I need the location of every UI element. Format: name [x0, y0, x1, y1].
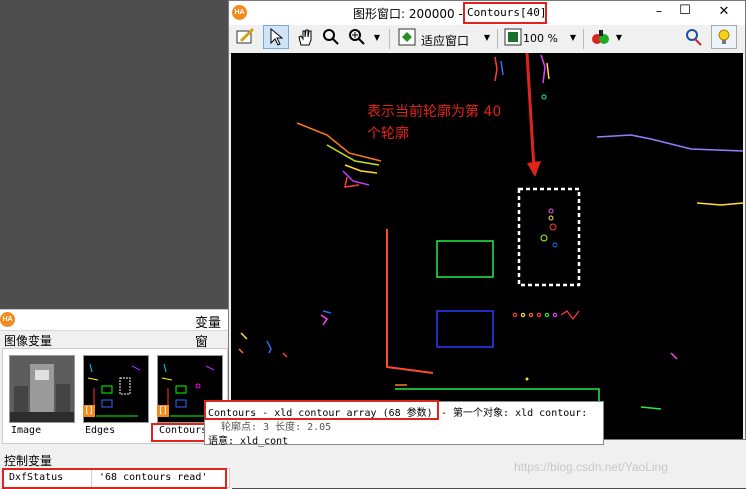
variable-window-title: 变量窗: [195, 316, 222, 350]
pointer-tool-icon[interactable]: [263, 25, 289, 49]
thumbnail-edges[interactable]: [] Edges: [81, 353, 151, 441]
graphics-window: HA 图形窗口: 200000 - Contours[40] – ☐ ✕ ▼ 适…: [228, 0, 746, 440]
fit-window-label[interactable]: 适应窗口: [421, 32, 469, 49]
variable-window-titlebar[interactable]: HA 变量窗: [0, 310, 232, 350]
graphics-toolbar: ▼ 适应窗口 ▼ 100 % ▼ ▼: [229, 25, 745, 54]
zoom-level-dropdown-arrow-icon[interactable]: ▼: [567, 25, 579, 49]
window-title: 图形窗口: 200000 -: [353, 7, 463, 21]
tooltip-line1-rest: - 第一个对象: xld contour:: [441, 408, 588, 419]
iconic-variables-label: 图像变量: [4, 334, 53, 348]
zoom-in-icon[interactable]: [345, 25, 369, 49]
graphics-canvas[interactable]: 表示当前轮廓为第 40 个轮廓: [231, 53, 743, 439]
draw-tool-icon[interactable]: [233, 25, 257, 49]
thumbnail-caption: Edges: [85, 425, 116, 436]
dxfstatus-highlight-box: [2, 468, 227, 489]
toolbar-separator: [497, 29, 498, 49]
inspect-tool-icon[interactable]: [681, 25, 705, 49]
thumbnail-image[interactable]: Image: [7, 353, 77, 441]
zoom-dropdown-arrow-icon[interactable]: ▼: [371, 25, 383, 49]
xld-badge-icon: []: [83, 405, 95, 417]
minimize-button[interactable]: –: [647, 4, 671, 18]
halcon-logo-icon: HA: [232, 5, 247, 20]
workspace-background: [0, 0, 228, 310]
image-preview: [9, 355, 75, 423]
toolbar-separator: [389, 29, 390, 49]
annotation-text-line2: 个轮廓: [367, 126, 409, 142]
tooltip-highlight-box: [204, 400, 439, 420]
tooltip-line3: 语意: xld_cont: [208, 436, 289, 447]
zoom-level[interactable]: 100 %: [523, 32, 558, 45]
thumbnail-caption: Image: [11, 425, 42, 436]
title-highlight-box: [463, 2, 547, 24]
fit-dropdown-arrow-icon[interactable]: ▼: [481, 25, 493, 49]
bottom-panel: [232, 440, 746, 488]
graphics-window-titlebar[interactable]: HA 图形窗口: 200000 - Contours[40] – ☐ ✕: [229, 1, 745, 25]
pan-hand-icon[interactable]: [293, 25, 317, 49]
tooltip-line2: 轮廓点: 3 长度: 2.05: [221, 422, 332, 433]
maximize-button[interactable]: ☐: [673, 3, 697, 18]
control-variables-label: 控制变量: [4, 454, 53, 468]
annotation-text-line1: 表示当前轮廓为第 40: [367, 104, 502, 120]
color-dropdown-arrow-icon[interactable]: ▼: [613, 25, 625, 49]
toolbar-separator: [583, 29, 584, 49]
xld-badge-icon: []: [157, 405, 169, 417]
halcon-logo-icon: HA: [0, 312, 15, 327]
close-button[interactable]: ✕: [703, 1, 745, 23]
watermark: https://blog.csdn.net/YaoLing: [514, 460, 668, 474]
lightbulb-icon[interactable]: [711, 25, 737, 49]
variable-window: HA 变量窗 图像变量 Image [] Edges [] Contours 控…: [0, 309, 232, 489]
magnify-icon[interactable]: [319, 25, 343, 49]
fit-window-icon[interactable]: [395, 25, 419, 49]
contours-highlight-box: [151, 423, 207, 442]
zoom-percent-icon[interactable]: [501, 25, 525, 49]
color-settings-icon[interactable]: [589, 25, 613, 49]
